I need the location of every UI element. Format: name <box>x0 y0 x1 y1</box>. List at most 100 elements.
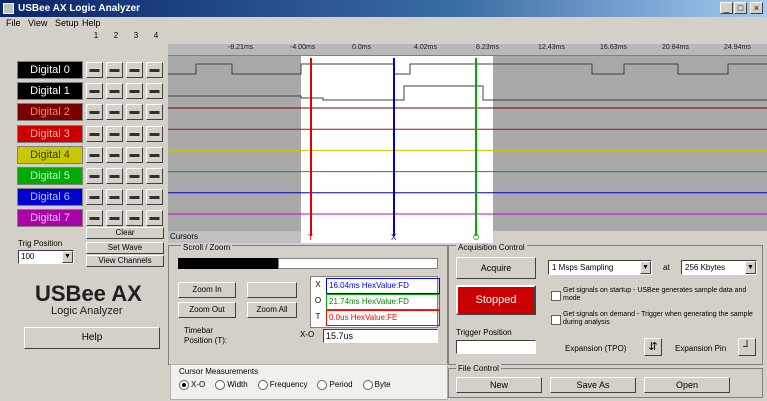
channel-toggle-5-4[interactable]: ▬ <box>146 168 163 184</box>
chevron-down-icon[interactable]: ▼ <box>745 261 756 274</box>
measurement-option-3[interactable]: Period <box>317 380 353 390</box>
channel-toggle-3-4[interactable]: ▬ <box>146 125 163 142</box>
window-title: USBee AX Logic Analyzer <box>18 3 141 14</box>
clear-button[interactable]: Clear <box>86 227 164 239</box>
scroll-track[interactable] <box>278 258 438 269</box>
startup-checkbox[interactable] <box>551 291 561 301</box>
channel-toggle-6-2[interactable]: ▬ <box>106 189 123 206</box>
channel-toggle-0-3[interactable]: ▬ <box>126 62 143 78</box>
view-channels-button[interactable]: View Channels <box>86 255 164 267</box>
channel-toggle-5-1[interactable]: ▬ <box>86 168 103 184</box>
blank-button[interactable] <box>247 282 297 298</box>
minimize-button[interactable]: _ <box>720 2 733 14</box>
acquire-button[interactable]: Acquire <box>456 257 536 279</box>
new-button[interactable]: New <box>456 377 542 393</box>
radio-icon[interactable] <box>317 380 328 390</box>
channel-toggle-6-1[interactable]: ▬ <box>86 189 103 206</box>
cursor-marker-x[interactable]: X <box>391 233 397 242</box>
chevron-down-icon[interactable]: ▼ <box>640 261 651 274</box>
channel-toggle-0-4[interactable]: ▬ <box>146 62 163 78</box>
channel-toggle-6-3[interactable]: ▬ <box>126 189 143 206</box>
column-header-2: 2 <box>113 31 119 40</box>
set-wave-button[interactable]: Set Wave <box>86 242 164 254</box>
channel-toggle-1-1[interactable]: ▬ <box>86 83 103 100</box>
signal-label-2[interactable]: Digital 2 <box>17 103 83 122</box>
brand-name: USBee AX <box>35 281 142 306</box>
channel-toggle-5-2[interactable]: ▬ <box>106 168 123 184</box>
zoom-all-button[interactable]: Zoom All <box>247 302 297 318</box>
rate-select[interactable]: 1 Msps Sampling ▼ <box>548 260 652 275</box>
cursor-marker-o[interactable]: O <box>473 233 479 242</box>
measurement-option-4[interactable]: Byte <box>362 380 391 390</box>
zoom-out-button[interactable]: Zoom Out <box>178 302 236 318</box>
channel-toggle-0-2[interactable]: ▬ <box>106 62 123 78</box>
menu-bar: File View Setup Help <box>0 17 767 31</box>
menu-setup[interactable]: Setup <box>55 18 79 28</box>
waveform-traces: TXO <box>168 58 767 242</box>
radio-icon[interactable] <box>362 380 373 390</box>
time-tick-label: -4.00ms <box>290 44 316 51</box>
channel-toggle-5-3[interactable]: ▬ <box>126 168 143 184</box>
time-tick-label: 4.02ms <box>414 44 437 51</box>
time-tick-label: 24.94ms <box>724 44 751 51</box>
signal-label-5[interactable]: Digital 5 <box>17 167 83 185</box>
cursor-x-row: X 16.04ms HexValue:FD <box>311 278 440 294</box>
signal-label-1[interactable]: Digital 1 <box>17 82 83 101</box>
channel-toggle-2-1[interactable]: ▬ <box>86 104 103 121</box>
channel-toggle-1-2[interactable]: ▬ <box>106 83 123 100</box>
maximize-button[interactable]: □ <box>734 2 747 14</box>
expansion-icon[interactable]: ⇵ <box>644 338 662 356</box>
scroll-bar[interactable] <box>178 258 278 269</box>
measurement-option-2[interactable]: Frequency <box>257 380 307 390</box>
channel-toggle-7-3[interactable]: ▬ <box>126 210 143 227</box>
chevron-down-icon[interactable]: ▼ <box>62 251 73 263</box>
channel-toggle-2-3[interactable]: ▬ <box>126 104 143 121</box>
open-button[interactable]: Open <box>644 377 730 393</box>
pulse-icon[interactable]: ┘ <box>738 338 756 356</box>
channel-toggle-4-3[interactable]: ▬ <box>126 146 143 163</box>
signal-label-7[interactable]: Digital 7 <box>17 209 83 228</box>
cursor-values: X 16.04ms HexValue:FD O 21.74ms HexValue… <box>310 276 440 328</box>
help-button[interactable]: Help <box>24 327 160 349</box>
time-tick-label: 16.63ms <box>600 44 627 51</box>
trigger-position-slider[interactable] <box>456 340 536 354</box>
radio-icon[interactable] <box>215 380 226 390</box>
measurement-option-0[interactable]: X-O <box>179 380 205 390</box>
channel-toggle-4-4[interactable]: ▬ <box>146 146 163 163</box>
channel-toggle-7-4[interactable]: ▬ <box>146 210 163 227</box>
channel-toggle-7-1[interactable]: ▬ <box>86 210 103 227</box>
signal-label-3[interactable]: Digital 3 <box>17 124 83 143</box>
scroll-zoom-label: Scroll / Zoom <box>181 243 233 252</box>
zoom-in-button[interactable]: Zoom In <box>178 282 236 298</box>
cursor-marker-t[interactable]: T <box>308 233 313 242</box>
signal-label-4[interactable]: Digital 4 <box>17 145 83 164</box>
expansion-value: Expansion Pin <box>675 344 727 353</box>
channel-toggle-2-4[interactable]: ▬ <box>146 104 163 121</box>
channel-toggle-3-2[interactable]: ▬ <box>106 125 123 142</box>
radio-icon[interactable] <box>179 380 189 390</box>
demand-checkbox[interactable] <box>551 315 561 325</box>
channel-toggle-4-1[interactable]: ▬ <box>86 146 103 163</box>
close-button[interactable]: × <box>750 2 763 14</box>
channel-toggle-3-3[interactable]: ▬ <box>126 125 143 142</box>
trig-position-label: Trig Position <box>18 239 63 248</box>
save-as-button[interactable]: Save As <box>550 377 636 393</box>
channel-toggle-4-2[interactable]: ▬ <box>106 146 123 163</box>
menu-file[interactable]: File <box>6 18 21 28</box>
channel-toggle-7-2[interactable]: ▬ <box>106 210 123 227</box>
radio-icon[interactable] <box>257 380 268 390</box>
channel-toggle-1-4[interactable]: ▬ <box>146 83 163 100</box>
channel-toggle-1-3[interactable]: ▬ <box>126 83 143 100</box>
menu-help[interactable]: Help <box>82 18 101 28</box>
sample-select[interactable]: 100 ▼ <box>18 250 74 264</box>
measurement-option-1[interactable]: Width <box>215 380 248 390</box>
buffer-select-value: 256 Kbytes <box>685 263 726 272</box>
channel-toggle-3-1[interactable]: ▬ <box>86 125 103 142</box>
channel-toggle-6-4[interactable]: ▬ <box>146 189 163 206</box>
signal-label-6[interactable]: Digital 6 <box>17 188 83 207</box>
channel-toggle-2-2[interactable]: ▬ <box>106 104 123 121</box>
buffer-select[interactable]: 256 Kbytes ▼ <box>681 260 757 275</box>
channel-toggle-0-1[interactable]: ▬ <box>86 62 103 78</box>
menu-view[interactable]: View <box>28 18 47 28</box>
signal-label-0[interactable]: Digital 0 <box>17 61 83 79</box>
